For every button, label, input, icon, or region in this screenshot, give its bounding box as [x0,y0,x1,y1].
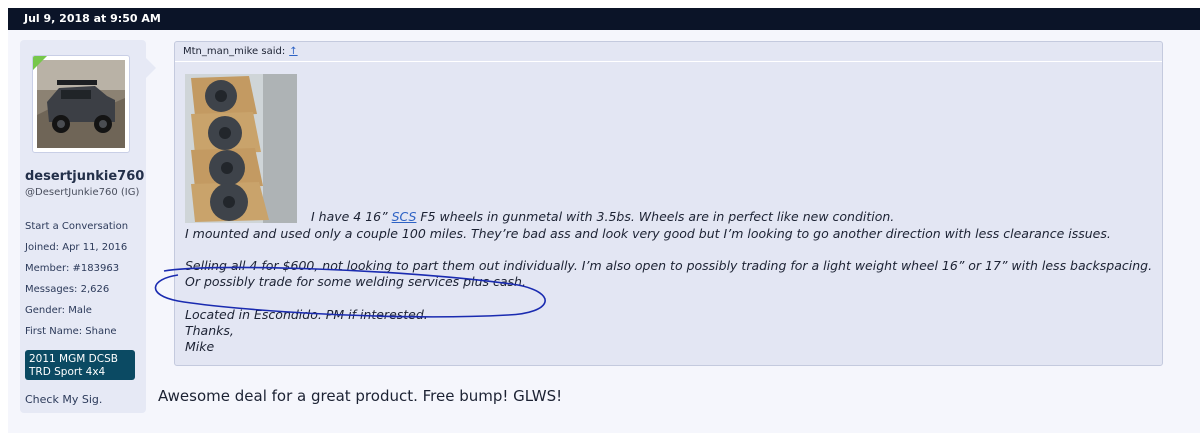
jump-to-quote-icon[interactable]: ↑ [289,46,297,57]
quote-line-1-post: F5 wheels in gunmetal with 3.5bs. Wheels… [416,209,895,224]
quote-author: Mtn_man_mike said: [183,46,286,57]
avatar[interactable] [32,55,130,153]
gender: Gender: Male [25,305,92,316]
quote-line-1: I have 4 16” SCS F5 wheels in gunmetal w… [311,209,894,225]
start-conversation-link[interactable]: Start a Conversation [25,216,128,237]
online-indicator-icon [33,56,47,70]
quote-thanks: Thanks, [185,323,234,338]
check-sig-link[interactable]: Check My Sig. [25,393,102,406]
truck-avatar-image [37,60,125,148]
quote-location: Located in Escondido. PM if interested. [185,307,428,322]
quote-signoff: Mike [185,339,215,354]
badge-line-1: 2011 MGM DCSB [29,353,118,365]
member-number: Member: #183963 [25,263,120,274]
scs-link[interactable]: SCS [392,209,417,224]
post-container: desertjunkie760 @DesertJunkie760 (IG) St… [8,30,1200,433]
reply-text: Awesome deal for a great product. Free b… [158,387,563,405]
badge-line-2: TRD Sport 4x4 [29,366,106,378]
user-title: @DesertJunkie760 (IG) [25,187,140,198]
message-count: Messages: 2,626 [25,284,110,295]
first-name: First Name: Shane [25,326,117,337]
post-date-bar: Jul 9, 2018 at 9:50 AM [8,8,1200,30]
quote-paragraph-3: Located in Escondido. PM if interested. … [185,307,428,355]
wheels-image[interactable] [185,74,297,223]
quote-header: Mtn_man_mike said: ↑ [175,42,1162,62]
vehicle-badge: 2011 MGM DCSB TRD Sport 4x4 [25,350,135,380]
post-date: Jul 9, 2018 at 9:50 AM [24,12,161,25]
joined-date: Joined: Apr 11, 2016 [25,242,128,253]
quote-paragraph-2: Selling all 4 for $600, not looking to p… [185,258,1153,289]
quote-line-2: I mounted and used only a couple 100 mil… [185,226,1111,241]
quote-block: Mtn_man_mike said: ↑ I have 4 16” SCS F5… [174,41,1163,366]
quote-line-1-pre: I have 4 16” [311,209,392,224]
user-details: Start a Conversation Joined: Apr 11, 201… [25,216,128,342]
user-info-panel: desertjunkie760 @DesertJunkie760 (IG) St… [20,40,156,413]
wheels-photo [185,74,297,223]
panel-pointer [146,58,156,78]
username-link[interactable]: desertjunkie760 [25,169,144,184]
